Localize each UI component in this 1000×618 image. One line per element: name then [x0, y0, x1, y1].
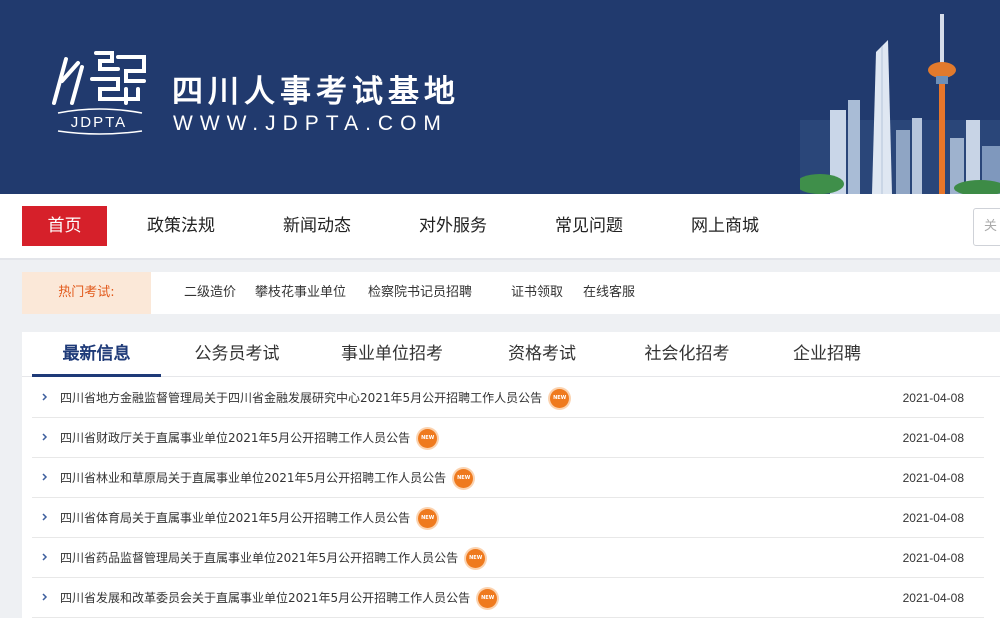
logo-icon: JDPTA: [52, 51, 146, 135]
news-title-link[interactable]: 四川省林业和草原局关于直属事业单位2021年5月公开招聘工作人员公告 NEW: [60, 458, 474, 498]
hot-link-certificate[interactable]: 证书领取: [511, 272, 563, 314]
hot-link-cost-engineer[interactable]: 二级造价: [184, 272, 236, 314]
tab-latest[interactable]: 最新信息: [32, 332, 161, 377]
nav-item-services[interactable]: 对外服务: [408, 206, 498, 246]
chevron-right-icon: [42, 593, 48, 601]
new-badge: NEW: [418, 509, 438, 528]
hot-link-online-service[interactable]: 在线客服: [583, 272, 635, 314]
new-badge: NEW: [418, 429, 438, 448]
news-date: 2021-04-08: [902, 391, 964, 405]
chevron-right-icon: [42, 393, 48, 401]
news-date: 2021-04-08: [902, 471, 964, 485]
news-row: 四川省体育局关于直属事业单位2021年5月公开招聘工作人员公告 NEW 2021-…: [32, 498, 984, 538]
news-title-link[interactable]: 四川省药品监督管理局关于直属事业单位2021年5月公开招聘工作人员公告 NEW: [60, 538, 486, 578]
skyline-illustration: [796, 0, 1000, 194]
new-badge: NEW: [550, 389, 570, 408]
nav-item-shop[interactable]: 网上商城: [680, 206, 770, 246]
nav-item-policy[interactable]: 政策法规: [136, 206, 226, 246]
new-badge: NEW: [466, 549, 486, 568]
nav-item-news[interactable]: 新闻动态: [272, 206, 362, 246]
news-date: 2021-04-08: [902, 591, 964, 605]
new-badge: NEW: [478, 589, 498, 608]
search-input[interactable]: 关: [973, 208, 1000, 246]
news-date: 2021-04-08: [902, 511, 964, 525]
news-row: 四川省地方金融监督管理局关于四川省金融发展研究中心2021年5月公开招聘工作人员…: [32, 378, 984, 418]
site-logo[interactable]: JDPTA: [48, 45, 150, 137]
chevron-right-icon: [42, 433, 48, 441]
nav-item-home[interactable]: 首页: [22, 206, 107, 246]
news-date: 2021-04-08: [902, 551, 964, 565]
tab-social-recruitment[interactable]: 社会化招考: [632, 332, 742, 377]
svg-text:JDPTA: JDPTA: [71, 114, 127, 131]
news-row: 四川省发展和改革委员会关于直属事业单位2021年5月公开招聘工作人员公告 NEW …: [32, 578, 984, 618]
news-date: 2021-04-08: [902, 431, 964, 445]
news-title-link[interactable]: 四川省财政厅关于直属事业单位2021年5月公开招聘工作人员公告 NEW: [60, 418, 438, 458]
chevron-right-icon: [42, 553, 48, 561]
header-banner: JDPTA 四川人事考试基地 WWW.JDPTA.COM: [0, 0, 1000, 194]
news-panel: 最新信息 公务员考试 事业单位招考 资格考试 社会化招考 企业招聘 四川省地方金…: [22, 332, 1000, 618]
news-row: 四川省财政厅关于直属事业单位2021年5月公开招聘工作人员公告 NEW 2021-…: [32, 418, 984, 458]
main-nav: 首页 政策法规 新闻动态 对外服务 常见问题 网上商城 关: [0, 194, 1000, 260]
site-url: WWW.JDPTA.COM: [173, 112, 448, 135]
hot-link-procuratorate[interactable]: 检察院书记员招聘: [368, 272, 472, 314]
news-title-link[interactable]: 四川省体育局关于直属事业单位2021年5月公开招聘工作人员公告 NEW: [60, 498, 438, 538]
news-tabs: 最新信息 公务员考试 事业单位招考 资格考试 社会化招考 企业招聘: [22, 332, 1000, 377]
hot-exams-label: 热门考试:: [22, 272, 151, 314]
tab-public-institution[interactable]: 事业单位招考: [332, 332, 452, 377]
chevron-right-icon: [42, 513, 48, 521]
news-row: 四川省药品监督管理局关于直属事业单位2021年5月公开招聘工作人员公告 NEW 2…: [32, 538, 984, 578]
site-title: 四川人事考试基地: [172, 74, 460, 110]
new-badge: NEW: [454, 469, 474, 488]
chevron-right-icon: [42, 473, 48, 481]
nav-item-faq[interactable]: 常见问题: [544, 206, 634, 246]
tab-civil-servant[interactable]: 公务员考试: [182, 332, 292, 377]
news-title-link[interactable]: 四川省地方金融监督管理局关于四川省金融发展研究中心2021年5月公开招聘工作人员…: [60, 378, 570, 418]
hot-exams-bar: 热门考试: 二级造价 攀枝花事业单位 检察院书记员招聘 证书领取 在线客服: [22, 272, 1000, 314]
news-row: 四川省林业和草原局关于直属事业单位2021年5月公开招聘工作人员公告 NEW 20…: [32, 458, 984, 498]
tab-enterprise[interactable]: 企业招聘: [782, 332, 872, 377]
news-title-link[interactable]: 四川省发展和改革委员会关于直属事业单位2021年5月公开招聘工作人员公告 NEW: [60, 578, 498, 618]
tab-qualification[interactable]: 资格考试: [497, 332, 587, 377]
hot-link-panzhihua[interactable]: 攀枝花事业单位: [255, 272, 346, 314]
